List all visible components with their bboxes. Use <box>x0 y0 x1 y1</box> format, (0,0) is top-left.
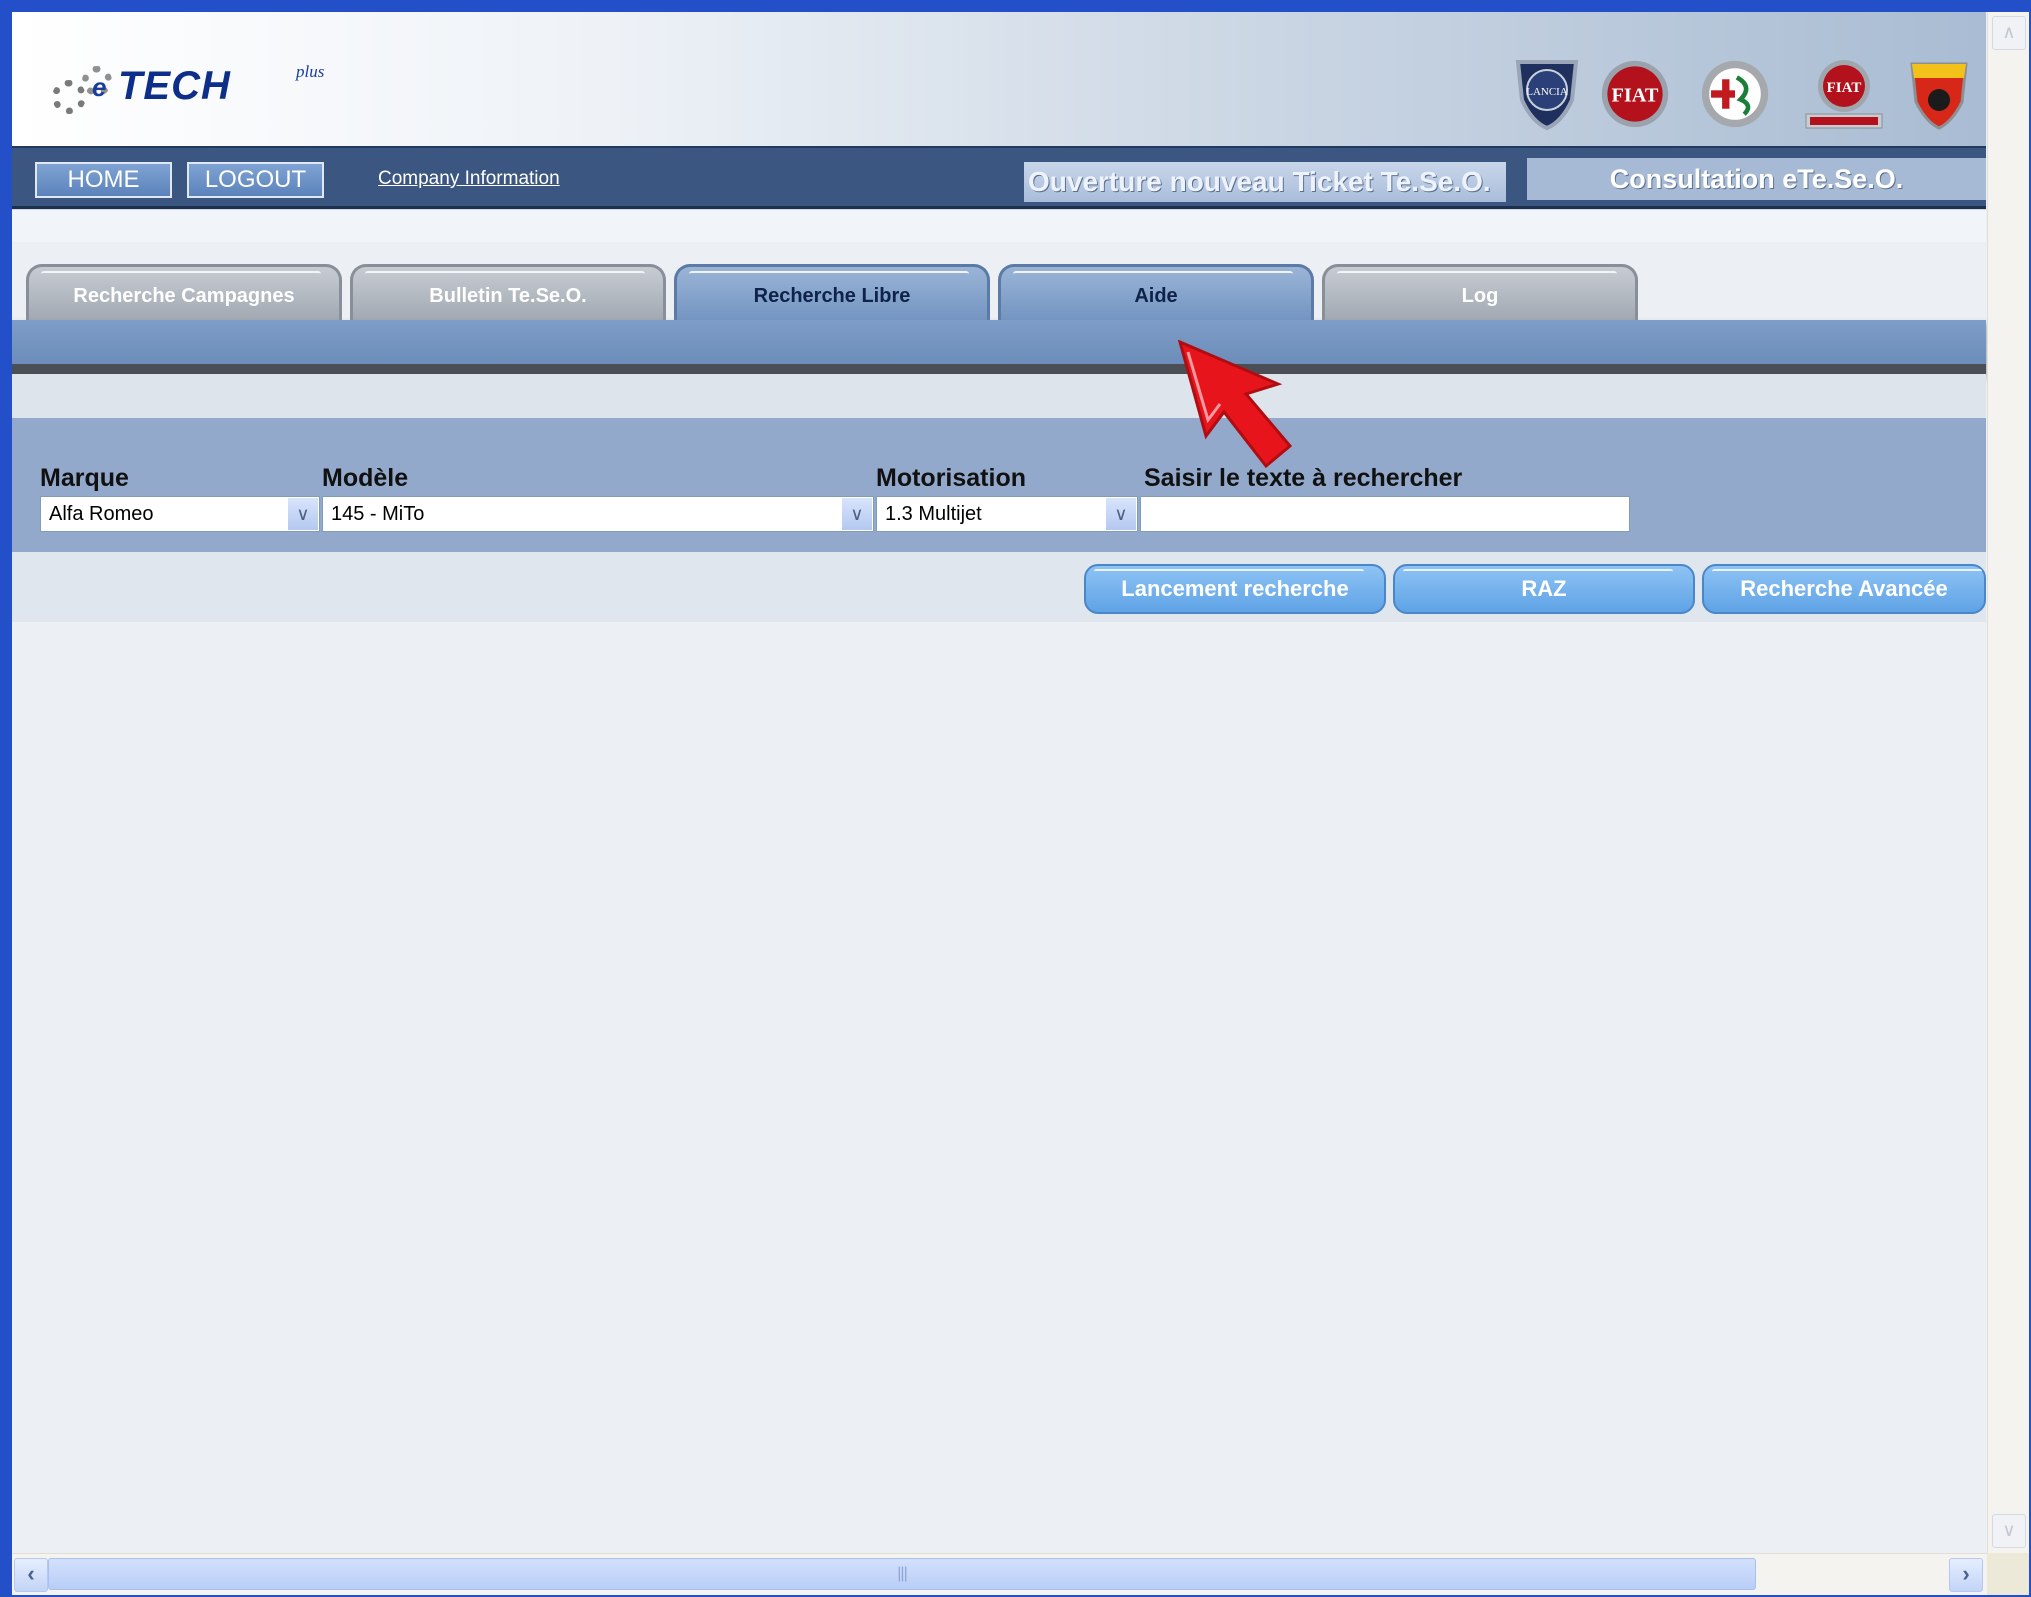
tab-recherche-campagnes[interactable]: Recherche Campagnes <box>26 264 342 326</box>
motorisation-label: Motorisation <box>876 464 1026 492</box>
chevron-down-icon[interactable]: ∨ <box>842 498 872 530</box>
fiat-logo: FIAT <box>1600 56 1670 132</box>
tab-log[interactable]: Log <box>1322 264 1638 326</box>
logo-wordmark: TECH <box>118 64 231 108</box>
scroll-left-icon[interactable]: ‹ <box>14 1558 48 1592</box>
tab-recherche-libre[interactable]: Recherche Libre <box>674 264 990 326</box>
launch-search-button[interactable]: Lancement recherche <box>1084 564 1386 614</box>
tab-label: Aide <box>1134 285 1178 307</box>
advanced-search-label: Recherche Avancée <box>1740 576 1948 601</box>
modele-value: 145 - MiTo <box>331 503 425 525</box>
scroll-down-icon[interactable]: ∨ <box>1992 1514 2026 1548</box>
alfa-romeo-logo <box>1700 56 1770 132</box>
svg-text:LANCIA: LANCIA <box>1526 86 1568 98</box>
ticket-marquee-text: Ouverture nouveau Ticket Te.Se.O. <box>1028 166 1491 197</box>
scroll-up-icon[interactable]: ∧ <box>1992 16 2026 50</box>
logout-button[interactable]: LOGOUT <box>187 162 324 198</box>
launch-search-label: Lancement recherche <box>1121 576 1349 601</box>
modele-select[interactable]: 145 - MiTo ∨ <box>322 496 874 532</box>
svg-text:FIAT: FIAT <box>1827 80 1862 96</box>
horizontal-scroll-thumb[interactable]: ||| <box>48 1558 1756 1590</box>
tab-label: Bulletin Te.Se.O. <box>429 285 587 307</box>
tab-content-bar <box>12 320 1986 374</box>
fiat-professional-logo: FIAT <box>1802 56 1886 132</box>
chevron-down-icon[interactable]: ∨ <box>1106 498 1136 530</box>
tab-label: Recherche Campagnes <box>73 285 295 307</box>
svg-text:FIAT: FIAT <box>1612 84 1659 106</box>
horizontal-scrollbar[interactable]: ‹ ||| › <box>12 1553 1987 1595</box>
scroll-right-icon[interactable]: › <box>1949 1558 1983 1592</box>
reset-button[interactable]: RAZ <box>1393 564 1695 614</box>
logo-plus: plus <box>296 62 325 81</box>
marque-value: Alfa Romeo <box>49 503 154 525</box>
logo-e: e <box>92 72 107 102</box>
company-information-link[interactable]: Company Information <box>378 168 560 190</box>
header-separator <box>12 209 1986 242</box>
browser-window: e TECH plus LANCIA FIAT FIAT HOME LOGOUT… <box>12 12 2029 1595</box>
tab-bulletin-teseo[interactable]: Bulletin Te.Se.O. <box>350 264 666 326</box>
gear-icon <box>52 80 86 114</box>
abarth-logo <box>1904 56 1974 132</box>
marque-select[interactable]: Alfa Romeo ∨ <box>40 496 320 532</box>
nav-bar: HOME LOGOUT Company Information Ouvertur… <box>12 146 1986 209</box>
etech-plus-logo: e TECH plus <box>48 54 324 134</box>
action-button-row: Lancement recherche RAZ Recherche Avancé… <box>12 552 1986 622</box>
home-button[interactable]: HOME <box>35 162 172 198</box>
motorisation-select[interactable]: 1.3 Multijet ∨ <box>876 496 1138 532</box>
chevron-down-icon[interactable]: ∨ <box>288 498 318 530</box>
tab-aide[interactable]: Aide <box>998 264 1314 326</box>
reset-label: RAZ <box>1521 576 1567 601</box>
search-text-input[interactable] <box>1140 496 1630 532</box>
scrollbar-corner <box>1987 1553 2029 1595</box>
consultation-button[interactable]: Consultation eTe.Se.O. <box>1527 158 1986 200</box>
ticket-marquee[interactable]: Ouverture nouveau Ticket Te.Se.O. <box>1024 162 1506 202</box>
lancia-logo: LANCIA <box>1512 56 1582 132</box>
header: e TECH plus LANCIA FIAT FIAT <box>12 12 1986 146</box>
red-arrow-cursor-icon <box>1178 340 1293 469</box>
search-form-panel: Marque Alfa Romeo ∨ Modèle 145 - MiTo ∨ … <box>12 418 1986 552</box>
advanced-search-button[interactable]: Recherche Avancée <box>1702 564 1986 614</box>
motorisation-value: 1.3 Multijet <box>885 503 982 525</box>
marque-label: Marque <box>40 464 129 492</box>
panel-spacer <box>12 374 1986 418</box>
modele-label: Modèle <box>322 464 409 492</box>
tab-label: Log <box>1461 285 1499 307</box>
tab-label: Recherche Libre <box>753 285 911 307</box>
vertical-scrollbar[interactable]: ∧ ∨ <box>1987 12 2029 1553</box>
